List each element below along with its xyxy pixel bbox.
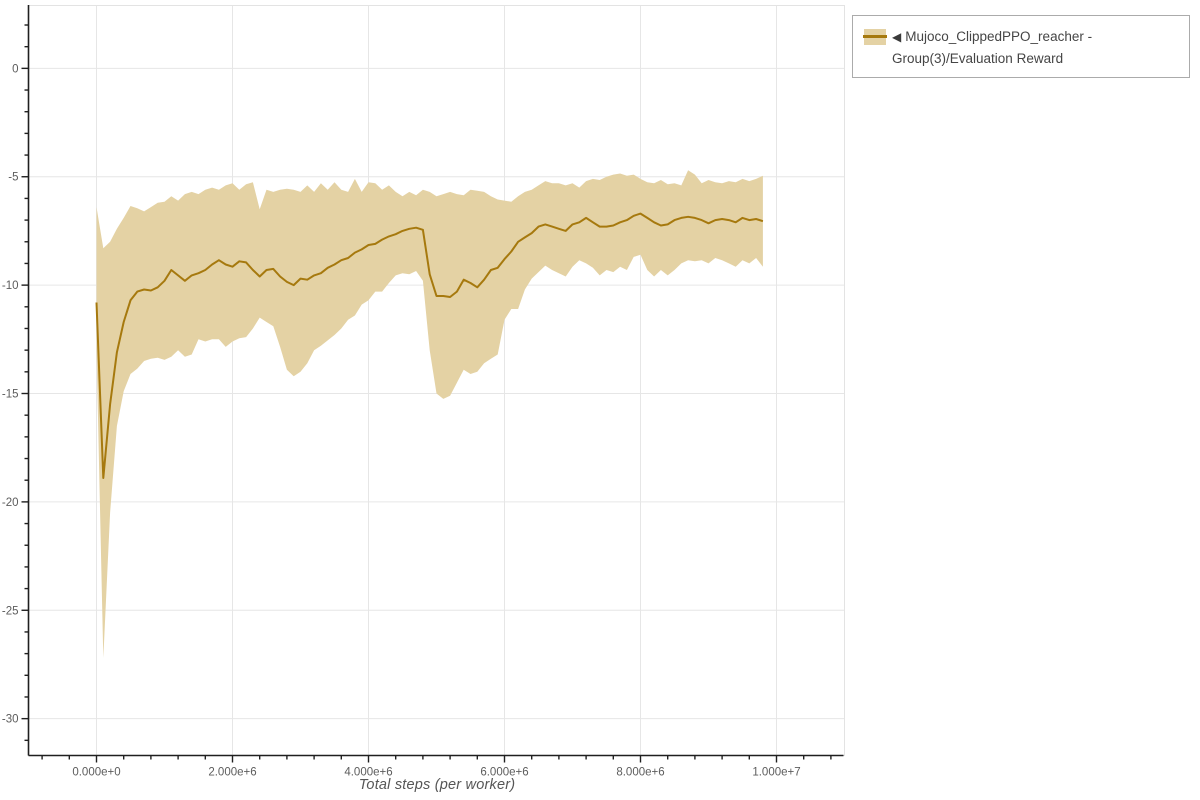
svg-text:0: 0 (12, 63, 18, 75)
svg-text:-10: -10 (2, 280, 19, 292)
svg-text:-25: -25 (2, 605, 19, 617)
x-axis-title: Total steps (per worker) (358, 777, 516, 793)
reward-chart: 0.000e+0 2.000e+6 4.000e+6 6.000e+6 8.000e+6… (2, 5, 845, 779)
tick-labels: 0.000e+0 2.000e+6 4.000e+6 6.000e+6 8.000e+6… (2, 63, 801, 778)
series-line-swatch (863, 35, 887, 38)
legend-item-evaluation-reward[interactable]: ◀ Mujoco_ClippedPPO_reacher - Group(3)/Ev… (863, 26, 1179, 69)
svg-text:-30: -30 (2, 714, 19, 726)
dashboard-canvas: 0.000e+0 2.000e+6 4.000e+6 6.000e+6 8.000e+6… (0, 0, 1200, 800)
legend: ◀ Mujoco_ClippedPPO_reacher - Group(3)/Ev… (852, 15, 1190, 78)
series-band-swatch (863, 29, 887, 45)
svg-text:-15: -15 (2, 389, 19, 401)
series-toggle-triangle-icon: ◀ (892, 30, 902, 44)
svg-text:-20: -20 (2, 497, 19, 509)
svg-text:-5: -5 (8, 172, 18, 184)
legend-text: ◀ Mujoco_ClippedPPO_reacher - Group(3)/Ev… (892, 26, 1179, 69)
legend-label: Mujoco_ClippedPPO_reacher - Group(3)/Eva… (892, 29, 1093, 66)
confidence-band (96, 170, 763, 658)
